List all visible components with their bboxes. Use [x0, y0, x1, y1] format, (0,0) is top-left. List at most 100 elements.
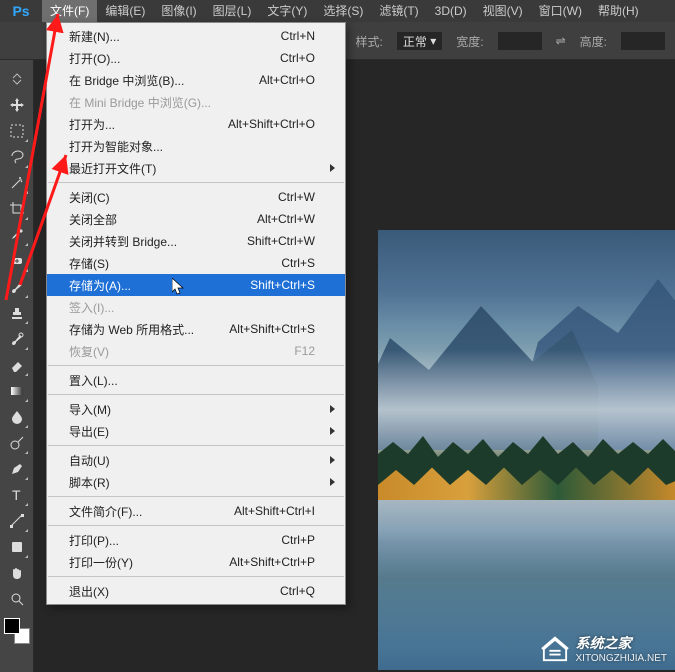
height-input[interactable] — [621, 32, 665, 50]
gradient-tool-icon[interactable] — [5, 379, 29, 403]
menu-item-9[interactable]: 关闭全部Alt+Ctrl+W — [47, 208, 345, 230]
menubar-item-9[interactable]: 窗口(W) — [531, 0, 590, 22]
menu-separator — [48, 365, 344, 366]
menu-item-4[interactable]: 打开为...Alt+Shift+Ctrl+O — [47, 113, 345, 135]
type-tool-icon[interactable]: T — [5, 483, 29, 507]
height-label: 高度: — [580, 33, 607, 50]
color-swatches[interactable] — [4, 618, 30, 644]
watermark-house-icon — [540, 636, 570, 662]
menubar-item-5[interactable]: 选择(S) — [315, 0, 371, 22]
menu-separator — [48, 394, 344, 395]
heal-tool-icon[interactable] — [5, 249, 29, 273]
menu-item-25[interactable]: 文件简介(F)...Alt+Shift+Ctrl+I — [47, 500, 345, 522]
submenu-arrow-icon — [330, 405, 335, 413]
dodge-tool-icon[interactable] — [5, 431, 29, 455]
menu-item-22[interactable]: 自动(U) — [47, 449, 345, 471]
menu-item-11[interactable]: 存储(S)Ctrl+S — [47, 252, 345, 274]
menu-item-12[interactable]: 存储为(A)...Shift+Ctrl+S — [47, 274, 345, 296]
menu-item-label: 脚本(R) — [69, 474, 315, 491]
menubar-item-6[interactable]: 滤镜(T) — [371, 0, 426, 22]
menu-item-shortcut: Ctrl+Q — [280, 584, 315, 598]
menu-separator — [48, 445, 344, 446]
wand-tool-icon[interactable] — [5, 171, 29, 195]
menubar-item-4[interactable]: 文字(Y) — [259, 0, 315, 22]
menu-item-label: 存储为 Web 所用格式... — [69, 321, 229, 338]
menu-separator — [48, 576, 344, 577]
width-input[interactable] — [498, 32, 542, 50]
watermark-url: XITONGZHIJIA.NET — [576, 653, 668, 664]
menu-item-17[interactable]: 置入(L)... — [47, 369, 345, 391]
menu-item-label: 打印(P)... — [69, 532, 281, 549]
lasso-tool-icon[interactable] — [5, 145, 29, 169]
menu-item-0[interactable]: 新建(N)...Ctrl+N — [47, 25, 345, 47]
menubar-item-0[interactable]: 文件(F) — [42, 0, 97, 22]
path-tool-icon[interactable] — [5, 509, 29, 533]
watermark-title: 系统之家 — [576, 633, 668, 653]
menu-item-13: 签入(I)... — [47, 296, 345, 318]
menu-item-label: 新建(N)... — [69, 28, 281, 45]
stamp-tool-icon[interactable] — [5, 301, 29, 325]
menu-item-label: 自动(U) — [69, 452, 315, 469]
menu-item-label: 关闭全部 — [69, 211, 257, 228]
submenu-arrow-icon — [330, 456, 335, 464]
menu-item-27[interactable]: 打印(P)...Ctrl+P — [47, 529, 345, 551]
menu-item-shortcut: Ctrl+P — [281, 533, 315, 547]
menubar-item-3[interactable]: 图层(L) — [205, 0, 260, 22]
menu-item-15: 恢复(V)F12 — [47, 340, 345, 362]
menu-item-23[interactable]: 脚本(R) — [47, 471, 345, 493]
menu-item-label: 导入(M) — [69, 401, 315, 418]
zoom-tool-icon[interactable] — [5, 587, 29, 611]
menu-item-label: 打开为... — [69, 116, 228, 133]
history-brush-tool-icon[interactable] — [5, 327, 29, 351]
submenu-arrow-icon — [330, 478, 335, 486]
menu-item-label: 导出(E) — [69, 423, 315, 440]
menu-item-19[interactable]: 导入(M) — [47, 398, 345, 420]
eyedropper-tool-icon[interactable] — [5, 223, 29, 247]
tab-grip[interactable] — [5, 67, 29, 91]
menu-separator — [48, 496, 344, 497]
app-logo: Ps — [0, 0, 42, 22]
menu-item-6[interactable]: 最近打开文件(T) — [47, 157, 345, 179]
menu-item-1[interactable]: 打开(O)...Ctrl+O — [47, 47, 345, 69]
menu-item-28[interactable]: 打印一份(Y)Alt+Shift+Ctrl+P — [47, 551, 345, 573]
menubar-item-1[interactable]: 编辑(E) — [97, 0, 153, 22]
shape-tool-icon[interactable] — [5, 535, 29, 559]
menu-item-shortcut: Alt+Shift+Ctrl+I — [234, 504, 315, 518]
eraser-tool-icon[interactable] — [5, 353, 29, 377]
marquee-tool-icon[interactable] — [5, 119, 29, 143]
menu-item-label: 存储(S) — [69, 255, 281, 272]
style-label: 样式: — [356, 33, 383, 50]
menu-item-label: 存储为(A)... — [69, 277, 250, 294]
hand-tool-icon[interactable] — [5, 561, 29, 585]
menubar-item-8[interactable]: 视图(V) — [475, 0, 531, 22]
blur-tool-icon[interactable] — [5, 405, 29, 429]
menu-separator — [48, 182, 344, 183]
menu-item-30[interactable]: 退出(X)Ctrl+Q — [47, 580, 345, 602]
menu-item-shortcut: Alt+Ctrl+O — [259, 73, 315, 87]
menu-item-shortcut: Shift+Ctrl+W — [247, 234, 315, 248]
menu-item-14[interactable]: 存储为 Web 所用格式...Alt+Shift+Ctrl+S — [47, 318, 345, 340]
brush-tool-icon[interactable] — [5, 275, 29, 299]
menu-item-label: 签入(I)... — [69, 299, 315, 316]
crop-tool-icon[interactable] — [5, 197, 29, 221]
menu-item-10[interactable]: 关闭并转到 Bridge...Shift+Ctrl+W — [47, 230, 345, 252]
menu-item-label: 打印一份(Y) — [69, 554, 229, 571]
menubar-item-2[interactable]: 图像(I) — [153, 0, 204, 22]
file-menu-dropdown: 新建(N)...Ctrl+N打开(O)...Ctrl+O在 Bridge 中浏览… — [46, 22, 346, 605]
menu-item-2[interactable]: 在 Bridge 中浏览(B)...Alt+Ctrl+O — [47, 69, 345, 91]
menu-item-5[interactable]: 打开为智能对象... — [47, 135, 345, 157]
menu-item-20[interactable]: 导出(E) — [47, 420, 345, 442]
menu-item-label: 在 Mini Bridge 中浏览(G)... — [69, 94, 315, 111]
document-image[interactable] — [378, 230, 675, 670]
pen-tool-icon[interactable] — [5, 457, 29, 481]
menubar-item-7[interactable]: 3D(D) — [427, 0, 475, 22]
menu-item-label: 置入(L)... — [69, 372, 315, 389]
width-label: 宽度: — [456, 33, 483, 50]
menu-item-8[interactable]: 关闭(C)Ctrl+W — [47, 186, 345, 208]
menu-item-label: 文件简介(F)... — [69, 503, 234, 520]
style-select[interactable]: 正常 ▾ — [397, 32, 442, 50]
menubar-item-10[interactable]: 帮助(H) — [590, 0, 647, 22]
swap-icon[interactable]: ⇌ — [556, 34, 566, 48]
menu-item-label: 关闭(C) — [69, 189, 278, 206]
move-tool-icon[interactable] — [5, 93, 29, 117]
